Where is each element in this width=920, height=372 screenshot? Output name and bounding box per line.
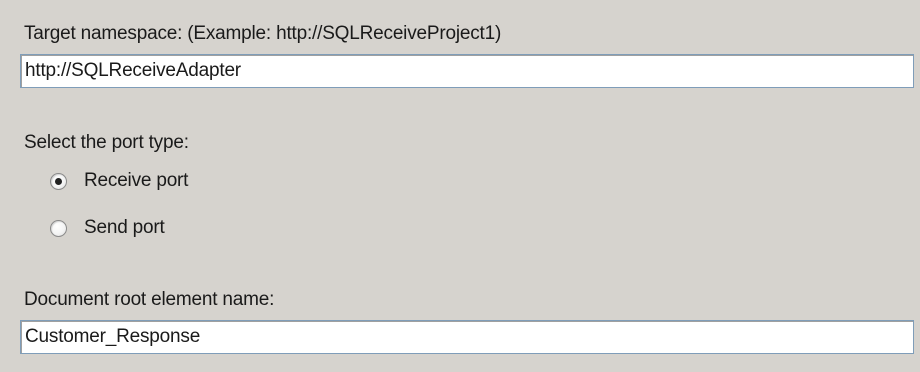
root-element-field[interactable] [20,320,914,354]
send-port-option[interactable]: Send port [50,215,165,241]
receive-port-option[interactable]: Receive port [50,168,188,194]
radio-dot [55,177,62,185]
send-port-label: Send port [84,217,165,238]
port-type-label: Select the port type: [24,132,189,153]
target-namespace-input[interactable] [21,55,913,87]
root-element-input[interactable] [21,321,913,353]
root-element-label: Document root element name: [24,289,275,310]
receive-port-label: Receive port [84,170,189,191]
radio-selected-icon[interactable] [50,172,67,190]
target-namespace-field[interactable] [20,54,914,88]
target-namespace-label: Target namespace: (Example: http://SQLRe… [24,23,502,44]
radio-unselected-icon[interactable] [50,219,67,237]
